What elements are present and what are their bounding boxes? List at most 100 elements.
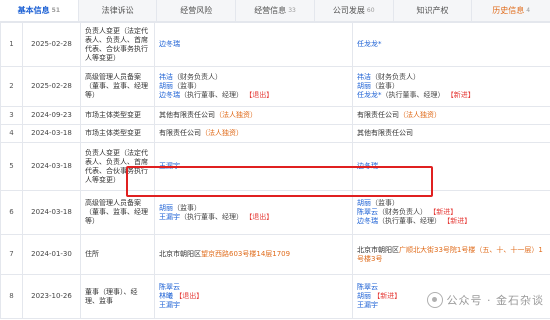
table-row: 4 2024-03-18 市场主体类型变更 有限责任公司（法人独资） 其他有限责任公司 <box>0 124 550 143</box>
change-entry: 陈翠云 <box>159 283 348 292</box>
person-link[interactable]: 边冬瑞 <box>357 217 378 225</box>
change-item: 董事（理事）、经理、监事 <box>80 274 155 319</box>
change-entry: 胡丽（监事） <box>357 82 546 91</box>
change-entry: 边冬瑞 <box>357 162 546 171</box>
person-link[interactable]: 边冬瑞 <box>159 91 180 99</box>
person-link[interactable]: 陈翠云 <box>357 283 378 291</box>
status-tag: 退出 <box>182 292 197 300</box>
person-role: （监事） <box>371 199 399 207</box>
person-link[interactable]: 林曦 <box>159 292 173 300</box>
tab-label: 经营风险 <box>180 6 213 15</box>
change-entry: 祎洁（财务负责人） <box>357 73 546 82</box>
change-entry: 有限责任公司（法人独资） <box>159 129 348 138</box>
row-index: 2 <box>0 66 23 107</box>
status-tag: 法人独资 <box>208 129 236 137</box>
tab-label: 历史信息 <box>492 6 525 15</box>
change-date: 2025-02-28 <box>22 66 81 107</box>
address-value: 北京市朝阳区望京西路603号楼14层1709 <box>159 250 290 258</box>
tag-bracket: 】 <box>266 212 274 221</box>
tag-bracket: 】 <box>450 208 458 216</box>
person-role: （执行董事、经理） <box>180 212 243 221</box>
change-record-table: 1 2025-02-28 负责人变更（法定代表人、负责人、首席代表、合伙事务执行人等… <box>0 22 550 319</box>
change-entry: 王漏宇 <box>159 301 348 310</box>
after-change: 有限责任公司（法人独资） <box>352 106 550 125</box>
person-link[interactable]: 祎洁 <box>357 73 371 81</box>
tab-bar: 基本信息 51 法律诉讼 经营风险 经营信息 33 公司发展 60 知识产权 历史信息 4 <box>0 0 550 22</box>
tab-label: 知识产权 <box>416 6 449 15</box>
after-change: 其他有限责任公司 <box>352 124 550 143</box>
person-role: （执行董事、经理） <box>381 91 445 99</box>
change-entry: 任龙龙* <box>357 40 546 49</box>
change-date: 2024-03-18 <box>22 190 81 235</box>
row-index: 4 <box>0 124 23 143</box>
person-link[interactable]: 胡丽 <box>159 82 173 90</box>
person-link[interactable]: 王漏宇 <box>159 213 180 221</box>
address-suffix: 3号 <box>371 254 383 263</box>
after-change: 边冬瑞 <box>352 142 550 191</box>
value-text: 其他有限责任公司 <box>357 129 413 137</box>
change-item: 市场主体类型变更 <box>80 106 155 125</box>
tab-1[interactable]: 法律诉讼 <box>79 0 158 21</box>
row-index: 3 <box>0 106 23 125</box>
tab-0[interactable]: 基本信息 51 <box>0 0 79 21</box>
tag-bracket: 【 <box>243 212 253 221</box>
tag-bracket: 【 <box>371 292 381 300</box>
tab-count: 4 <box>526 7 531 14</box>
person-link[interactable]: 王漏宇 <box>357 301 378 309</box>
status-tag: 法人独资 <box>406 111 434 119</box>
tab-3[interactable]: 经营信息 33 <box>236 0 315 21</box>
tab-label: 公司发展 <box>332 6 365 15</box>
person-link[interactable]: 任龙龙* <box>357 40 382 48</box>
row-index: 8 <box>0 274 23 319</box>
person-link[interactable]: 边冬瑞 <box>159 40 180 48</box>
person-link[interactable]: 胡丽 <box>357 292 371 300</box>
after-change: 祎洁（财务负责人） 胡丽（监事） 任龙龙*（执行董事、经理） 【新进】 <box>352 66 550 107</box>
person-role: （执行董事、经理） <box>180 91 243 99</box>
person-link[interactable]: 王漏宇 <box>159 301 180 309</box>
tab-6[interactable]: 历史信息 4 <box>472 0 550 21</box>
tab-count: 33 <box>288 7 296 14</box>
tab-2[interactable]: 经营风险 <box>157 0 237 21</box>
person-role: （监事） <box>173 203 201 212</box>
tag-bracket: 【 <box>243 91 253 99</box>
after-change: 北京市朝阳区广顺北大街33号院1号楼（五、十、十一层）1号楼3号 <box>352 234 550 275</box>
person-link[interactable]: 祎洁 <box>159 73 173 81</box>
before-change: 有限责任公司（法人独资） <box>154 124 353 143</box>
person-link[interactable]: 胡丽 <box>357 199 371 207</box>
person-link[interactable]: 陈翠云 <box>357 208 378 216</box>
person-link[interactable]: 胡丽 <box>357 82 371 90</box>
tab-5[interactable]: 知识产权 <box>394 0 473 21</box>
before-change: 王漏宇 <box>154 142 353 191</box>
tag-bracket: 【 <box>173 292 183 300</box>
change-date: 2024-03-18 <box>22 142 81 191</box>
watermark: 公众号 · 金石杂谈 <box>426 292 545 308</box>
before-change: 其他有限责任公司（法人独资） <box>154 106 353 125</box>
change-entry: 王漏宇 <box>159 162 348 171</box>
tab-count: 51 <box>51 7 61 14</box>
tag-bracket: 】 <box>464 217 472 225</box>
person-link[interactable]: 胡丽 <box>159 204 173 212</box>
status-tag: 退出 <box>252 212 267 221</box>
table-row: 6 2024-03-18 高级管理人员备案（董事、监事、经理等） 胡丽（监事） 王漏宇（… <box>0 190 550 235</box>
change-item: 负责人变更（法定代表人、负责人、首席代表、合伙事务执行人等变更） <box>80 22 155 67</box>
tag-bracket: （ <box>399 111 406 119</box>
person-role: （执行董事、经理） <box>378 217 441 225</box>
value-text: 有限责任公司 <box>159 129 201 137</box>
tab-4[interactable]: 公司发展 60 <box>315 0 394 21</box>
watermark-text: 公众号 · 金石杂谈 <box>446 294 544 307</box>
person-link[interactable]: 边冬瑞 <box>357 162 378 170</box>
change-item: 高级管理人员备案（董事、监事、经理等） <box>80 66 155 107</box>
table-row: 7 2024-01-30 住所 北京市朝阳区望京西路603号楼14层1709 北京市朝阳… <box>0 234 550 275</box>
person-link[interactable]: 任龙龙* <box>357 91 382 99</box>
person-link[interactable]: 王漏宇 <box>159 162 180 170</box>
change-item: 住所 <box>80 234 155 275</box>
tab-label: 法律诉讼 <box>101 6 134 15</box>
tag-bracket: 【 <box>427 208 437 216</box>
before-change: 祎洁（财务负责人） 胡丽（监事） 边冬瑞（执行董事、经理） 【退出】 <box>154 66 353 107</box>
row-index: 7 <box>0 234 23 275</box>
person-role: （监事） <box>371 82 399 90</box>
address-prefix: 北京市朝阳区 <box>159 250 201 258</box>
person-link[interactable]: 陈翠云 <box>159 283 180 291</box>
change-item: 市场主体类型变更 <box>80 124 155 143</box>
person-role: （财务负责人） <box>371 73 420 81</box>
